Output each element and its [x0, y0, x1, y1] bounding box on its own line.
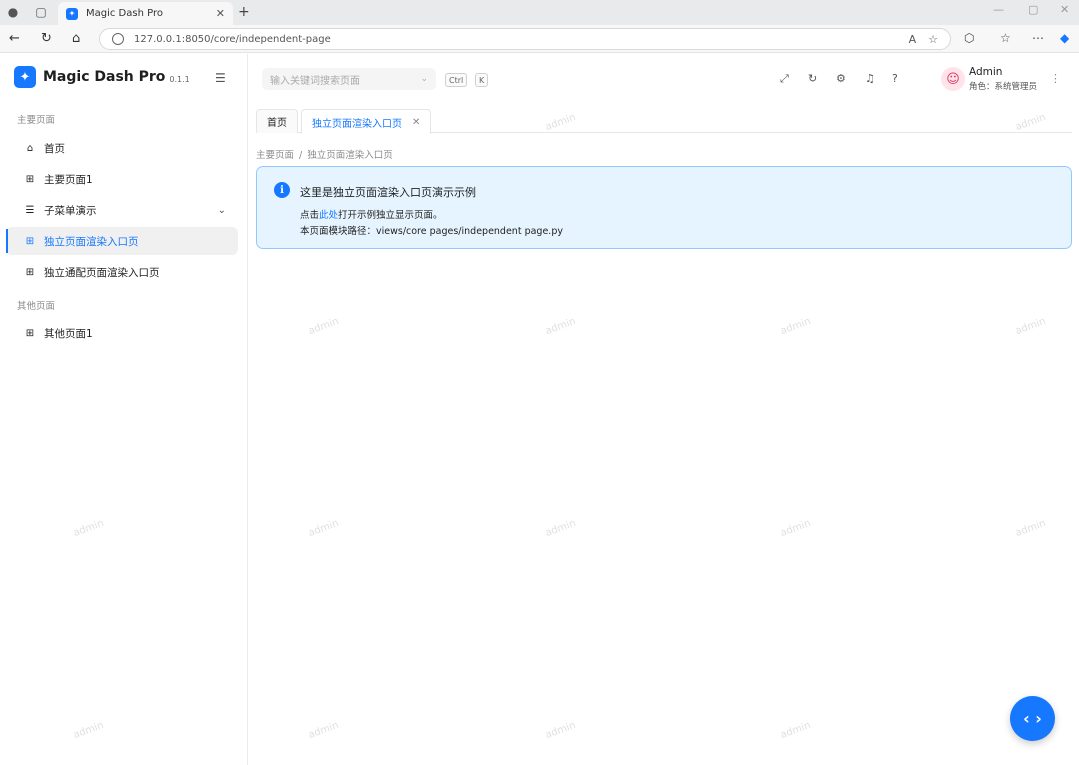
watermark: admin — [307, 517, 341, 540]
home-icon: ⌂ — [26, 142, 34, 154]
brand-name: Magic Dash Pro — [43, 69, 166, 85]
profile-icon[interactable]: ● — [5, 4, 21, 20]
sidebar-item-submenu-demo[interactable]: ☰ 子菜单演示 ⌄ — [6, 196, 238, 224]
help-icon[interactable]: ? — [892, 72, 898, 85]
breadcrumb-current: 独立页面渲染入口页 — [307, 150, 393, 161]
alert-line1-prefix: 点击 — [300, 210, 320, 221]
copilot-icon[interactable]: ◆ — [1060, 31, 1069, 45]
window-close-icon[interactable]: ✕ — [1060, 3, 1069, 16]
read-aloud-icon[interactable]: A — [909, 33, 917, 46]
favorite-star-icon[interactable]: ☆ — [928, 33, 938, 46]
grid-icon: ⊞ — [25, 266, 35, 278]
sidebar-item-independent-wildcard-page[interactable]: ⊞ 独立通配页面渲染入口页 — [6, 258, 238, 286]
watermark: admin — [544, 517, 578, 540]
grid-icon: ⊞ — [25, 173, 35, 185]
alert-title: 这里是独立页面渲染入口页演示示例 — [300, 186, 476, 199]
watermark: admin — [779, 517, 813, 540]
shortcut-ctrl-key: Ctrl — [445, 73, 468, 87]
watermark: admin — [779, 719, 813, 742]
page-tabs: 首页 独立页面渲染入口页 ✕ — [256, 109, 1072, 134]
logo-icon: ✦ — [14, 66, 36, 88]
user-role: 角色：系统管理员 — [969, 82, 1038, 92]
shortcut-k-key: K — [475, 73, 489, 87]
favorites-icon[interactable]: ☆ — [1000, 31, 1011, 45]
browser-tab-title: Magic Dash Pro — [86, 8, 163, 19]
tab-independent-page[interactable]: 独立页面渲染入口页 ✕ — [301, 109, 432, 134]
collapse-menu-icon[interactable]: ☰ — [215, 71, 226, 85]
chevron-down-icon: ⌄ — [420, 74, 428, 84]
menu-group-other: 其他页面 — [17, 301, 56, 312]
site-info-icon[interactable] — [112, 33, 124, 45]
fullscreen-icon[interactable]: ⤢ — [780, 72, 789, 86]
watermark: admin — [544, 719, 578, 742]
refresh-icon[interactable]: ↻ — [808, 72, 817, 85]
avatar[interactable]: ☺ — [941, 67, 965, 91]
sidebar-item-label: 首页 — [44, 142, 65, 155]
watermark: admin — [307, 719, 341, 742]
grid-icon: ⊞ — [25, 235, 35, 247]
sidebar-item-other-page-1[interactable]: ⊞ 其他页面1 — [6, 319, 238, 347]
close-icon[interactable]: ✕ — [216, 7, 225, 20]
sidebar-item-main-page-1[interactable]: ⊞ 主要页面1 — [6, 165, 238, 193]
address-bar-row: ← ↻ ⌂ 127.0.0.1:8050/core/independent-pa… — [0, 25, 1079, 53]
url-field[interactable]: 127.0.0.1:8050/core/independent-page A ☆ — [99, 28, 951, 50]
workspaces-icon[interactable]: ▢ — [33, 4, 49, 20]
settings-icon[interactable]: ⚙ — [836, 72, 846, 85]
open-independent-page-link[interactable]: 此处 — [319, 210, 338, 221]
sidebar-item-label: 独立通配页面渲染入口页 — [44, 266, 160, 279]
alert-line1-suffix: 打开示例独立显示页面。 — [338, 210, 443, 221]
breadcrumb-parent[interactable]: 主要页面 — [256, 150, 294, 161]
code-view-button[interactable]: ‹ › — [1010, 696, 1055, 741]
reload-icon[interactable]: ↻ — [41, 31, 52, 46]
sidebar-item-label: 独立页面渲染入口页 — [44, 235, 139, 248]
version-label: 0.1.1 — [169, 74, 190, 84]
home-icon[interactable]: ⌂ — [72, 31, 80, 46]
alert-module-path: 本页面模块路径：views/core pages/independent pag… — [300, 226, 563, 237]
menu-group-main: 主要页面 — [17, 115, 56, 126]
watermark: admin — [1014, 315, 1048, 338]
new-tab-icon[interactable]: + — [238, 4, 250, 20]
chevron-down-icon: ⌄ — [217, 204, 226, 216]
sidebar-item-home[interactable]: ⌂ 首页 — [6, 134, 238, 162]
breadcrumb-separator: / — [299, 150, 303, 161]
brand: ✦ Magic Dash Pro 0.1.1 — [14, 66, 190, 88]
more-vertical-icon[interactable]: ⋮ — [1050, 72, 1061, 85]
sidebar-item-label: 主要页面1 — [44, 173, 93, 186]
search-input[interactable]: 输入关键词搜索页面 ⌄ — [262, 68, 436, 90]
user-name[interactable]: Admin — [969, 66, 1002, 78]
bell-icon[interactable]: ♫ — [865, 72, 875, 85]
back-icon[interactable]: ← — [9, 31, 20, 46]
browser-tab[interactable]: ✦ Magic Dash Pro ✕ — [58, 2, 233, 25]
watermark: admin — [779, 315, 813, 338]
watermark: admin — [307, 315, 341, 338]
sidebar: ✦ Magic Dash Pro 0.1.1 ☰ 主要页面 ⌂ 首页 ⊞ 主要页… — [0, 54, 248, 765]
info-icon: i — [274, 182, 290, 198]
code-icon: ‹ › — [1023, 709, 1042, 728]
browser-tabbar: ● ▢ ✦ Magic Dash Pro ✕ + — ▢ ✕ — [0, 0, 1079, 25]
app-header: 输入关键词搜索页面 ⌄ Ctrl K ⤢ ↻ ⚙ ♫ ? ☺ Admin 角色：… — [249, 54, 1079, 104]
watermark: admin — [544, 315, 578, 338]
alert-line-1: 点击此处打开示例独立显示页面。 — [300, 207, 443, 221]
close-icon[interactable]: ✕ — [412, 117, 420, 128]
extensions-icon[interactable]: ⬡ — [964, 31, 974, 45]
more-icon[interactable]: ⋯ — [1032, 31, 1044, 45]
sidebar-item-label: 其他页面1 — [44, 327, 93, 340]
tab-label: 独立页面渲染入口页 — [312, 118, 402, 130]
url-text: 127.0.0.1:8050/core/independent-page — [134, 33, 331, 45]
list-icon: ☰ — [25, 204, 35, 216]
breadcrumb: 主要页面 / 独立页面渲染入口页 — [256, 147, 393, 161]
sidebar-item-label: 子菜单演示 — [44, 204, 97, 217]
favicon-icon: ✦ — [66, 7, 78, 20]
tab-home[interactable]: 首页 — [256, 109, 298, 133]
info-alert: i 这里是独立页面渲染入口页演示示例 点击此处打开示例独立显示页面。 本页面模块… — [256, 166, 1072, 249]
search-placeholder: 输入关键词搜索页面 — [270, 75, 360, 87]
maximize-icon[interactable]: ▢ — [1028, 3, 1038, 16]
watermark: admin — [1014, 517, 1048, 540]
minimize-icon[interactable]: — — [993, 3, 1004, 16]
sidebar-item-independent-page[interactable]: ⊞ 独立页面渲染入口页 — [6, 227, 238, 255]
tab-label: 首页 — [267, 118, 287, 129]
grid-icon: ⊞ — [25, 327, 35, 339]
